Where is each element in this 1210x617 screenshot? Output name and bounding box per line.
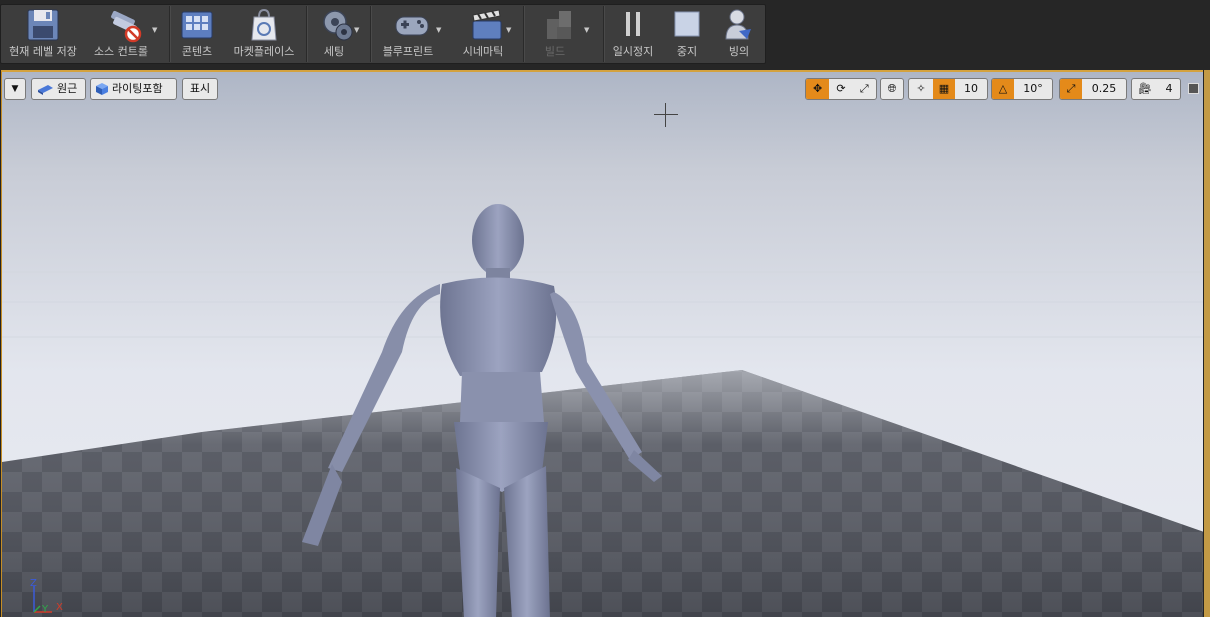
cinematics-label: 시네마틱 bbox=[462, 45, 504, 58]
cinematics-icon bbox=[472, 9, 502, 40]
blueprints-button[interactable]: ▼ 블루프린트 bbox=[374, 6, 450, 64]
editor-window: 현재 레벨 저장 ▼ 소스 컨트롤 콘텐츠 마켓플레이스 ▼ 세팅 ▼ 블루프린… bbox=[0, 0, 1210, 617]
surface-snap-icon[interactable]: ✧ bbox=[909, 79, 933, 99]
scale-snap-icon[interactable]: ⤢ bbox=[1060, 79, 1082, 99]
pause-button[interactable]: 일시정지 bbox=[606, 6, 660, 64]
cinematics-dropdown-icon[interactable]: ▼ bbox=[506, 26, 511, 34]
settings-dropdown-icon[interactable]: ▼ bbox=[354, 26, 359, 34]
marketplace-label: 마켓플레이스 bbox=[233, 45, 295, 58]
marketplace-button[interactable]: 마켓플레이스 bbox=[226, 6, 302, 64]
axis-y-label: Y bbox=[42, 604, 49, 615]
pause-label: 일시정지 bbox=[612, 45, 654, 58]
lit-cube-icon bbox=[96, 83, 108, 95]
pause-icon bbox=[626, 12, 640, 36]
level-viewport[interactable] bbox=[1, 70, 1203, 617]
translate-mode-icon[interactable]: ✥ bbox=[806, 79, 830, 99]
source-control-icon bbox=[111, 10, 142, 43]
possess-label: 빙의 bbox=[728, 45, 750, 58]
axis-x-label: X bbox=[56, 602, 63, 613]
possess-icon bbox=[725, 9, 751, 40]
maximize-viewport-icon[interactable] bbox=[1188, 83, 1199, 94]
build-button[interactable]: ▼ 빌드 bbox=[526, 6, 592, 64]
settings-icon bbox=[323, 10, 353, 41]
content-label: 콘텐츠 bbox=[181, 45, 213, 58]
show-button[interactable]: 표시 bbox=[182, 78, 218, 100]
grid-snap-group: ✧ ▦ 10 bbox=[908, 78, 988, 100]
scale-snap-value[interactable]: 0.25 bbox=[1082, 79, 1126, 99]
viewport-scene bbox=[2, 72, 1203, 617]
build-dropdown-icon[interactable]: ▼ bbox=[584, 26, 589, 34]
stop-icon bbox=[674, 11, 700, 37]
axis-gizmo: Z Y X bbox=[10, 578, 70, 617]
show-label: 표시 bbox=[189, 82, 211, 95]
content-button[interactable]: 콘텐츠 bbox=[172, 6, 222, 64]
toolbar-separator bbox=[169, 6, 171, 62]
coordinate-system-button[interactable]: 🌐︎ bbox=[880, 78, 904, 100]
perspective-label: 원근 bbox=[57, 82, 78, 95]
stop-button[interactable]: 중지 bbox=[662, 6, 712, 64]
source-control-dropdown-icon[interactable]: ▼ bbox=[152, 26, 157, 34]
perspective-icon bbox=[38, 85, 53, 95]
rotate-mode-icon[interactable]: ⟳ bbox=[829, 79, 852, 99]
viewport-crosshair bbox=[654, 103, 678, 127]
camera-speed-icon[interactable]: 🎥︎ bbox=[1132, 79, 1158, 99]
source-control-button[interactable]: ▼ 소스 컨트롤 bbox=[86, 6, 164, 64]
camera-speed-group: 🎥︎ 4 bbox=[1131, 78, 1181, 100]
save-icon bbox=[27, 9, 59, 41]
build-icon bbox=[547, 11, 571, 39]
rotation-snap-icon[interactable]: △ bbox=[992, 79, 1014, 99]
blueprints-label: 블루프린트 bbox=[382, 45, 434, 58]
perspective-button[interactable]: 원근 bbox=[31, 78, 86, 100]
main-toolbar: 현재 레벨 저장 ▼ 소스 컨트롤 콘텐츠 마켓플레이스 ▼ 세팅 ▼ 블루프린… bbox=[0, 0, 1210, 70]
transform-tools-group: ✥ ⟳ ⤢ bbox=[805, 78, 877, 100]
blueprint-icon bbox=[395, 16, 429, 36]
stop-label: 중지 bbox=[676, 45, 698, 58]
save-current-level-label: 현재 레벨 저장 bbox=[9, 45, 77, 58]
build-label: 빌드 bbox=[544, 45, 566, 58]
source-control-label: 소스 컨트롤 bbox=[93, 45, 149, 58]
settings-label: 세팅 bbox=[323, 45, 345, 58]
globe-icon: 🌐︎ bbox=[887, 82, 897, 95]
rotation-snap-group: △ 10° bbox=[991, 78, 1053, 100]
content-icon bbox=[181, 11, 213, 39]
view-mode-button[interactable]: 라이팅포함 bbox=[90, 78, 177, 100]
scale-mode-icon[interactable]: ⤢ bbox=[853, 79, 876, 99]
settings-button[interactable]: ▼ 세팅 bbox=[310, 6, 366, 64]
camera-speed-value[interactable]: 4 bbox=[1158, 79, 1180, 99]
marketplace-icon bbox=[251, 8, 277, 41]
toolbar-separator bbox=[603, 6, 605, 62]
cinematics-button[interactable]: ▼ 시네마틱 bbox=[454, 6, 520, 64]
viewport-right-border bbox=[1204, 70, 1210, 617]
rotation-snap-value[interactable]: 10° bbox=[1014, 79, 1052, 99]
axis-z-label: Z bbox=[30, 578, 37, 589]
grid-snap-icon[interactable]: ▦ bbox=[933, 79, 955, 99]
viewport-options-dropdown[interactable]: ▼ bbox=[4, 78, 26, 100]
grid-snap-value[interactable]: 10 bbox=[955, 79, 987, 99]
save-current-level-button[interactable]: 현재 레벨 저장 bbox=[4, 6, 82, 64]
lighting-label: 라이팅포함 bbox=[112, 82, 163, 95]
possess-button[interactable]: 빙의 bbox=[714, 6, 764, 64]
chevron-down-icon: ▼ bbox=[11, 84, 19, 94]
scale-snap-group: ⤢ 0.25 bbox=[1059, 78, 1127, 100]
blueprints-dropdown-icon[interactable]: ▼ bbox=[436, 26, 441, 34]
